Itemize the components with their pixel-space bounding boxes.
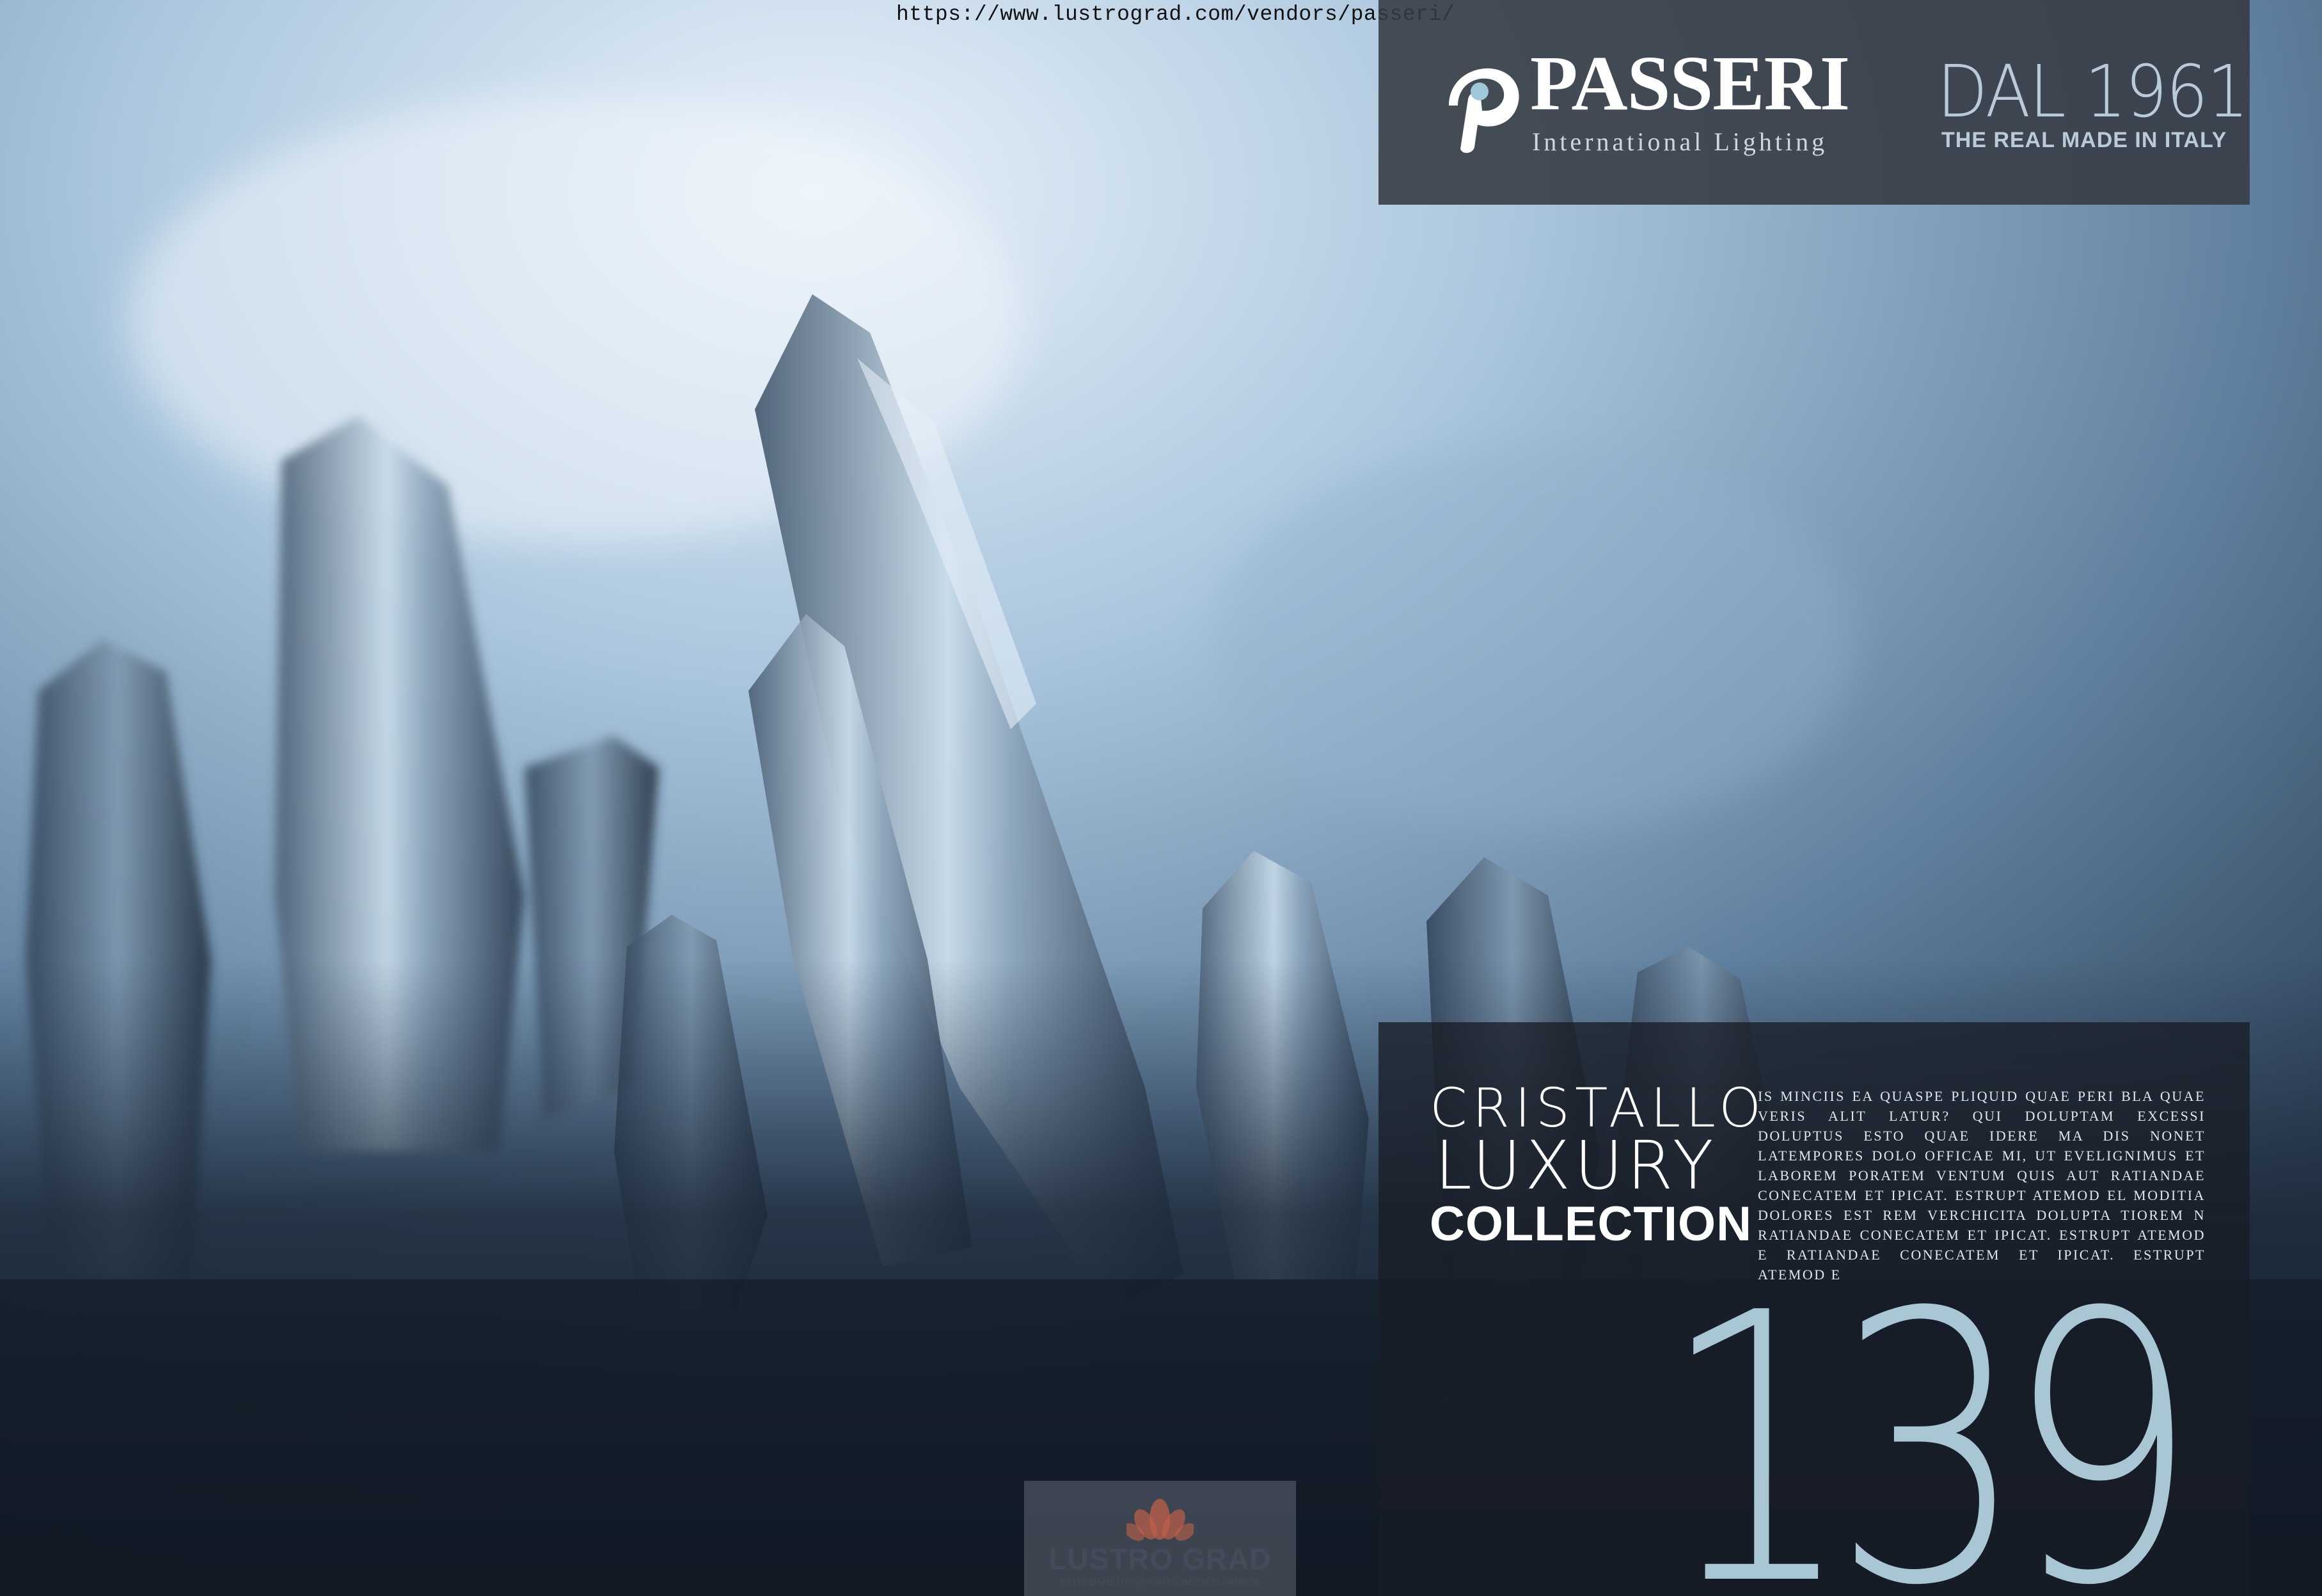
page-url: https://www.lustrograd.com/vendors/passe… — [896, 3, 1455, 26]
passeri-logo-icon — [1449, 68, 1519, 154]
since-year: DAL 1961 — [1937, 51, 2249, 134]
watermark-subtitle: ОПТОВЫЕ ПРОДАЖИ СВЕТИЛЬНИКОВ — [1060, 1577, 1260, 1588]
watermark-logo: LUSTRO GRAD ОПТОВЫЕ ПРОДАЖИ СВЕТИЛЬНИКОВ — [1024, 1481, 1296, 1596]
collection-panel: CRISTALLO LUXURY COLLECTION Is minciis e… — [1378, 1022, 2250, 1596]
watermark-name: LUSTRO GRAD — [1048, 1542, 1272, 1576]
brand-name: PASSERI — [1530, 40, 1850, 127]
flower-logo-icon — [1126, 1499, 1194, 1541]
brand-header: PASSERI International Lighting DAL 1961 … — [1378, 0, 2250, 205]
page-number: 139 — [1660, 1235, 2199, 1596]
brand-tagline: THE REAL MADE IN ITALY — [1941, 128, 2227, 152]
brand-subtitle: International Lighting — [1532, 127, 1828, 156]
collection-title-line2: LUXURY — [1435, 1126, 1718, 1205]
